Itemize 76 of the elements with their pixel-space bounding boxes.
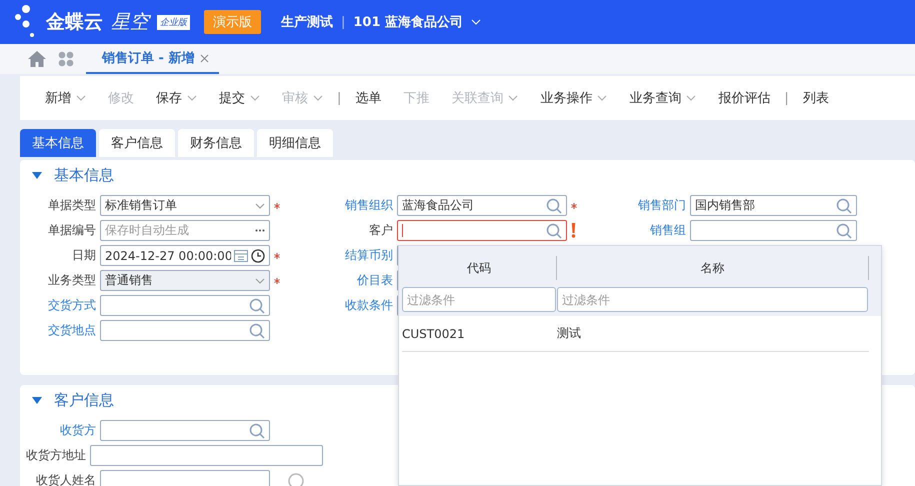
brand-name: 金蝶云 (46, 10, 103, 35)
field-label: 交货地点 (47, 322, 96, 339)
toolbar-button[interactable]: 业务操作 (529, 84, 618, 112)
table-cell[interactable]: CUST0021 (402, 326, 557, 340)
field-label: 收货方地址 (26, 447, 86, 464)
field-label: 收货人姓名 (35, 472, 96, 486)
input-field[interactable] (100, 420, 270, 441)
toolbar-button[interactable]: 报价评估 (707, 84, 782, 112)
environment-name: 生产测试 (281, 14, 333, 31)
field-label: 单据编号 (47, 222, 96, 239)
section-title: 基本信息 (54, 166, 114, 185)
field-label: 客户 (368, 222, 393, 239)
search-icon[interactable] (836, 222, 852, 238)
form-tab[interactable]: 基本信息 (20, 129, 96, 157)
collapse-toggle-icon[interactable] (32, 172, 42, 179)
section-title: 客户信息 (54, 391, 114, 410)
edition-badge: 企业版 (157, 14, 190, 30)
toolbar-button[interactable]: 列表 (792, 84, 840, 112)
input-field[interactable]: 蓝海食品公司 (397, 195, 567, 216)
more-icon[interactable] (255, 229, 265, 232)
chevron-down-icon[interactable] (187, 95, 197, 101)
search-icon[interactable] (249, 322, 265, 338)
field-label: 销售组织 (344, 197, 393, 214)
field-label: 日期 (71, 247, 96, 264)
help-icon[interactable] (288, 472, 304, 486)
search-icon[interactable] (249, 298, 265, 314)
form-tab[interactable]: 明细信息 (257, 129, 333, 157)
chevron-down-icon[interactable] (686, 95, 696, 101)
field-label: 收款条件 (344, 297, 393, 314)
toolbar-button[interactable]: 选单 (344, 84, 392, 112)
input-field[interactable] (690, 220, 857, 241)
field-label: 交货方式 (47, 297, 96, 314)
search-icon[interactable] (546, 222, 562, 238)
chevron-down-icon[interactable] (76, 95, 86, 101)
form-tab[interactable]: 客户信息 (99, 129, 175, 157)
form-tab[interactable]: 财务信息 (178, 129, 254, 157)
field-label: 业务类型 (47, 272, 96, 289)
toolbar-button[interactable]: 新增 (34, 84, 97, 112)
filter-field[interactable]: 过滤条件 (402, 287, 556, 312)
field-label: 收货方 (59, 422, 96, 439)
filter-field[interactable]: 过滤条件 (557, 287, 868, 312)
field-label: 价目表 (356, 272, 393, 289)
company-selector[interactable]: 101 蓝海食品公司 (353, 13, 464, 31)
home-icon[interactable] (28, 51, 46, 67)
input-field[interactable] (100, 295, 270, 316)
close-icon[interactable] (200, 54, 210, 62)
field-label: 销售组 (648, 222, 686, 239)
field-label: 销售部门 (636, 197, 686, 214)
chevron-down-icon[interactable] (250, 95, 260, 101)
input-field[interactable] (90, 445, 323, 466)
page-tab[interactable]: 销售订单 - 新增 (86, 44, 220, 74)
toolbar-button[interactable]: 业务查询 (618, 84, 708, 112)
search-icon[interactable] (836, 198, 852, 214)
product-name: 星空 (111, 10, 149, 35)
header-separator: | (341, 14, 346, 30)
search-icon[interactable] (546, 198, 562, 214)
collapse-toggle-icon[interactable] (32, 397, 42, 404)
clock-icon[interactable] (251, 248, 265, 262)
toolbar-separator: | (783, 90, 790, 106)
customer-input-field[interactable] (397, 220, 567, 241)
chevron-down-icon[interactable] (597, 95, 608, 101)
toolbar-button[interactable]: 保存 (145, 84, 208, 112)
toolbar-button[interactable]: 提交 (208, 84, 271, 112)
table-cell[interactable]: 测试 (557, 325, 869, 342)
input-field[interactable] (100, 320, 270, 341)
chevron-down-icon[interactable] (255, 202, 265, 208)
apps-icon[interactable] (58, 51, 74, 67)
input-field[interactable] (100, 470, 270, 486)
column-header: 名称 (557, 256, 869, 280)
search-icon[interactable] (249, 422, 265, 438)
field-label: 单据类型 (47, 197, 96, 214)
input-field[interactable]: 国内销售部 (690, 195, 857, 216)
toolbar-separator: | (336, 90, 342, 106)
field-label: 结算币别 (344, 247, 393, 264)
column-header: 代码 (402, 256, 557, 280)
input-field[interactable]: 标准销售订单 (100, 195, 270, 216)
